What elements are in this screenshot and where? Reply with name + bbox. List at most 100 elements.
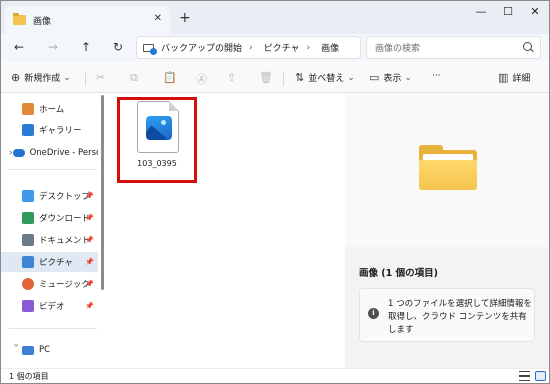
status-bar: 1 個の項目 (1, 368, 549, 383)
sidebar-item-pictures[interactable]: ピクチャ 📌 (1, 252, 98, 272)
cut-icon: ✂ (96, 71, 106, 84)
more-icon: ··· (432, 71, 441, 81)
sidebar-item-label: ミュージック (39, 280, 90, 290)
sidebar-divider (9, 328, 97, 329)
breadcrumb-images[interactable]: 画像 (321, 41, 339, 54)
share-button[interactable]: ⇪ (227, 71, 240, 84)
documents-icon (22, 234, 34, 246)
cut-button[interactable]: ✂ (96, 71, 109, 84)
breadcrumb-pictures[interactable]: ピクチャ (264, 41, 300, 54)
title-bar: 画像 ✕ + — ☐ ✕ (1, 1, 549, 34)
navigation-pane: ホーム ギャラリー › OneDrive - Perso デスクトップ 📌 ダウ… (1, 93, 104, 368)
pin-icon[interactable]: 📌 (85, 214, 94, 222)
sidebar-item-label: ドキュメント (39, 236, 91, 246)
rename-button[interactable]: Ⓐ (196, 71, 211, 87)
chevron-down-icon: ⌄ (347, 72, 355, 83)
sidebar-divider (9, 169, 97, 170)
maximize-button[interactable]: ☐ (498, 5, 518, 18)
sidebar-item-label: ホーム (39, 105, 65, 115)
delete-button[interactable]: 🗑 (259, 71, 277, 84)
view-icon: ▭ (369, 71, 380, 84)
navigation-bar: ← → ↑ ↻ バックアップの開始 › ピクチャ › 画像 画像の検索 (1, 34, 549, 62)
new-tab-button[interactable]: + (179, 10, 191, 26)
sidebar-item-downloads[interactable]: ダウンロード 📌 (1, 208, 98, 228)
folder-icon (419, 145, 477, 190)
back-button[interactable]: ← (11, 40, 27, 54)
sidebar-scrollbar[interactable] (101, 95, 104, 290)
rename-icon: Ⓐ (196, 73, 207, 86)
sidebar-item-label: OneDrive - Perso (29, 148, 98, 158)
pin-icon[interactable]: 📌 (85, 192, 94, 200)
videos-icon (22, 300, 34, 312)
more-options-button[interactable]: ··· (432, 71, 441, 81)
chevron-right-icon: › (306, 42, 311, 53)
sidebar-item-documents[interactable]: ドキュメント 📌 (1, 230, 98, 250)
sidebar-item-home[interactable]: ホーム (1, 99, 98, 119)
folder-icon (13, 13, 26, 25)
sidebar-item-pc[interactable]: › PC (1, 340, 98, 360)
up-button[interactable]: ↑ (78, 40, 94, 54)
sidebar-item-desktop[interactable]: デスクトップ 📌 (1, 186, 98, 206)
new-button[interactable]: ⊕ 新規作成 ⌄ (11, 71, 71, 84)
search-input[interactable]: 画像の検索 (375, 41, 420, 54)
copy-button[interactable]: ⧉ (130, 71, 142, 85)
chevron-right-icon: › (249, 42, 253, 53)
sidebar-item-label: ギャラリー (39, 126, 82, 136)
breadcrumb-backup[interactable]: バックアップの開始 (161, 41, 242, 54)
details-title: 画像 (1 個の項目) (359, 268, 438, 279)
close-window-button[interactable]: ✕ (525, 5, 545, 18)
sidebar-item-videos[interactable]: ビデオ 📌 (1, 296, 98, 316)
pin-icon[interactable]: 📌 (85, 302, 94, 310)
info-icon: i (368, 308, 379, 319)
close-tab-icon[interactable]: ✕ (154, 13, 162, 24)
file-list: 103_0395 (105, 93, 345, 368)
image-file-icon (137, 101, 179, 153)
pin-icon[interactable]: 📌 (85, 280, 94, 288)
tiles-view-button[interactable] (535, 371, 546, 381)
info-card: i 1 つのファイルを選択して詳細情報を取得し、クラウド コンテンツを共有します (359, 288, 535, 342)
paste-button[interactable]: 📋 (163, 71, 181, 84)
view-button[interactable]: ▭ 表示 ⌄ (369, 71, 412, 84)
view-label: 表示 (383, 74, 402, 84)
chevron-down-icon: ⌄ (404, 72, 412, 83)
details-pane-icon: ▥ (498, 71, 509, 84)
sort-label: 並べ替え (308, 74, 345, 84)
sidebar-item-gallery[interactable]: ギャラリー (1, 120, 98, 140)
sidebar-item-label: ビデオ (39, 302, 65, 312)
home-icon (22, 103, 34, 115)
download-icon (22, 212, 34, 224)
sidebar-item-label: ピクチャ (39, 258, 73, 268)
pin-icon[interactable]: 📌 (85, 258, 94, 266)
pc-icon (22, 345, 34, 355)
preview-area (345, 93, 549, 247)
details-view-button[interactable] (519, 371, 530, 381)
expand-chevron-icon[interactable]: › (11, 344, 21, 357)
desktop-icon (22, 190, 34, 202)
sidebar-item-music[interactable]: ミュージック 📌 (1, 274, 98, 294)
address-bar[interactable]: バックアップの開始 › ピクチャ › 画像 (136, 36, 361, 59)
search-icon (523, 42, 532, 51)
gallery-icon (22, 124, 34, 136)
details-button[interactable]: ▥ 詳細 (498, 71, 530, 84)
details-label: 詳細 (512, 74, 531, 84)
search-box[interactable]: 画像の検索 (366, 36, 541, 59)
sort-button[interactable]: ⇅ 並べ替え ⌄ (295, 71, 355, 84)
share-icon: ⇪ (227, 71, 237, 84)
trash-icon: 🗑 (259, 71, 273, 84)
pin-icon[interactable]: 📌 (85, 236, 94, 244)
tab-pictures[interactable]: 画像 ✕ (5, 6, 170, 34)
forward-button[interactable]: → (45, 40, 61, 54)
file-item[interactable]: 103_0395 (123, 101, 191, 175)
toolbar-divider (85, 71, 86, 86)
sidebar-item-label: デスクトップ (39, 192, 91, 202)
paste-icon: 📋 (163, 71, 177, 84)
command-bar: ⊕ 新規作成 ⌄ ✂ ⧉ 📋 Ⓐ ⇪ 🗑 ⇅ 並べ替え ⌄ ▭ 表示 ⌄ ···… (1, 63, 549, 93)
onedrive-icon (12, 149, 25, 157)
sort-icon: ⇅ (295, 71, 305, 84)
minimize-button[interactable]: — (471, 5, 491, 18)
picture-thumbnail (146, 116, 172, 140)
sidebar-item-label: PC (39, 345, 51, 355)
refresh-button[interactable]: ↻ (110, 40, 126, 54)
new-label: 新規作成 (24, 74, 61, 84)
sidebar-item-onedrive[interactable]: › OneDrive - Perso (1, 143, 98, 163)
